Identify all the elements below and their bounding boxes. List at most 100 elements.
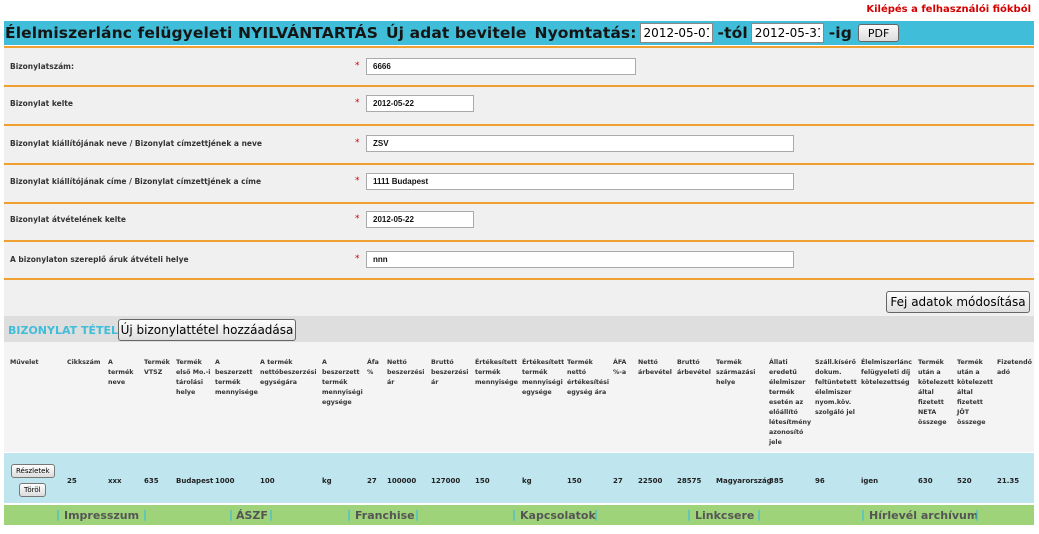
column-header: Termék nettó értékesítési egység ára: [567, 359, 610, 396]
required-mark: *: [355, 214, 360, 224]
column-header: Bruttó árbevétel: [677, 359, 711, 376]
column-header: A termék nettóbeszerzési egységára: [260, 359, 317, 386]
table-cell: 25: [67, 477, 77, 485]
column-header: Nettó árbevétel: [638, 359, 672, 376]
column-header: A termék neve: [108, 359, 134, 386]
footer-separator: |: [757, 508, 762, 521]
column-header: Élelmiszerlánc felügyeleti díj kötelezet…: [861, 359, 913, 386]
footer-bar: | Impresszum | | ÁSZF | | Franchise | | …: [4, 505, 1034, 525]
required-mark: *: [355, 176, 360, 186]
footer-link-kapcsolatok[interactable]: Kapcsolatok: [520, 509, 596, 522]
table-row: Részletek Töröl 25 xxx 635 Budapest 1000…: [4, 453, 1034, 503]
footer-separator: |: [347, 508, 352, 521]
table-cell: 28575: [677, 477, 702, 485]
footer-separator: |: [415, 508, 420, 521]
receipt-place-input[interactable]: [366, 251, 794, 268]
table-cell: 635: [144, 477, 159, 485]
footer-separator: |: [687, 508, 692, 521]
logout-link[interactable]: Kilépés a felhasználói fiókból: [866, 4, 1031, 15]
footer-separator: |: [56, 508, 61, 521]
issuer-address-input[interactable]: [366, 173, 794, 190]
table-cell: 27: [367, 477, 377, 485]
column-header: Száll.kísérő dokum. feltüntetett élelmis…: [815, 359, 857, 416]
table-cell: 520: [957, 477, 972, 485]
document-number-input[interactable]: [366, 58, 636, 75]
footer-link-aszf[interactable]: ÁSZF: [236, 509, 268, 522]
title-bar: Élelmiszerlánc felügyeleti NYILVÁNTARTÁS…: [4, 21, 1034, 45]
divider: [4, 85, 1034, 87]
table-cell: 21.35: [997, 477, 1020, 485]
date-to-input[interactable]: [750, 23, 824, 43]
form-label: Bizonylat átvételének kelte: [10, 215, 126, 224]
details-button[interactable]: Részletek: [11, 464, 55, 478]
form-label: A bizonylaton szereplő áruk átvételi hel…: [10, 255, 189, 264]
column-header: Bruttó beszerzési ár: [431, 359, 469, 386]
modify-header-button[interactable]: Fej adatok módosítása: [886, 291, 1030, 313]
column-header: ÁFA %-a: [613, 359, 627, 376]
required-mark: *: [355, 138, 360, 148]
divider: [4, 163, 1034, 165]
column-header: Termék VTSZ: [144, 359, 170, 376]
required-mark: *: [355, 254, 360, 264]
table-cell: Magyarország: [716, 477, 772, 485]
column-header: Állati eredetű élelmiszer termék esetén …: [769, 359, 812, 446]
required-mark: *: [355, 98, 360, 108]
table-cell: igen: [861, 477, 879, 485]
footer-separator: |: [975, 508, 980, 521]
table-cell: 27: [613, 477, 623, 485]
date-from-input[interactable]: [639, 23, 713, 43]
table-cell: 100000: [387, 477, 417, 485]
required-mark: *: [355, 61, 360, 71]
table-cell: 22500: [638, 477, 663, 485]
table-cell: 630: [918, 477, 933, 485]
add-item-button[interactable]: Új bizonylattétel hozzáadása: [118, 319, 296, 341]
delete-button[interactable]: Töröl: [19, 483, 46, 497]
form-label: Bizonylat kelte: [10, 99, 73, 108]
column-header: Nettó beszerzési ár: [387, 359, 425, 386]
receipt-date-input[interactable]: [366, 211, 474, 228]
column-header: Fizetendő adó: [997, 359, 1032, 376]
footer-link-franchise[interactable]: Franchise: [355, 509, 415, 522]
form-label: Bizonylat kiállítójának címe / Bizonylat…: [10, 177, 262, 186]
table-cell: 385: [769, 477, 784, 485]
print-label: Nyomtatás:: [534, 24, 637, 42]
table-cell: Budapest: [176, 477, 214, 485]
footer-separator: |: [512, 508, 517, 521]
column-header: Termék után a kötelezett által fizetett …: [918, 359, 955, 426]
table-cell: 127000: [431, 477, 461, 485]
column-header: Értékesített termék mennyiségi egysége: [522, 359, 565, 396]
table-cell: kg: [322, 477, 332, 485]
table-cell: 100: [260, 477, 275, 485]
table-cell: 150: [567, 477, 582, 485]
page-title: Élelmiszerlánc felügyeleti NYILVÁNTARTÁS: [5, 24, 378, 42]
column-header: Áfa %: [367, 359, 379, 376]
table-cell: kg: [522, 477, 532, 485]
footer-link-linkcsere[interactable]: Linkcsere: [695, 509, 754, 522]
table-cell: 150: [475, 477, 490, 485]
table-cell: 1000: [215, 477, 235, 485]
column-header: Termék származási helye: [716, 359, 756, 386]
table-cell: xxx: [108, 477, 122, 485]
divider: [4, 124, 1034, 126]
divider: [4, 278, 1034, 280]
column-header: Értékesített termék mennyisége: [475, 359, 518, 386]
items-table-header: Művelet Cikkszám A termék neve Termék VT…: [4, 342, 1034, 452]
header-form: Bizonylatszám: * Bizonylat kelte * Bizon…: [4, 48, 1034, 316]
pdf-button[interactable]: PDF: [857, 24, 900, 42]
table-cell: 96: [815, 477, 825, 485]
column-header: A beszerzett termék mennyiségi egysége: [322, 359, 363, 406]
column-header: A beszerzett termék mennyisége: [215, 359, 258, 396]
column-header: Cikkszám: [67, 359, 101, 366]
document-date-input[interactable]: [366, 95, 474, 112]
new-entry-link[interactable]: Új adat bevitele: [386, 24, 527, 42]
column-header: Termék első Mo.-i tárolási helye: [176, 359, 211, 396]
to-suffix: -ig: [828, 24, 852, 42]
issuer-name-input[interactable]: [366, 135, 794, 152]
column-header: Művelet: [10, 359, 39, 366]
footer-link-impresszum[interactable]: Impresszum: [64, 509, 139, 522]
column-header: Termék után a kötelezett által fizetett …: [957, 359, 994, 426]
divider: [4, 240, 1034, 242]
items-section-title: BIZONYLAT TÉTELEK: [8, 324, 135, 337]
footer-link-hirlevel-archivum[interactable]: Hírlevél archívum: [869, 509, 978, 522]
footer-separator: |: [229, 508, 234, 521]
